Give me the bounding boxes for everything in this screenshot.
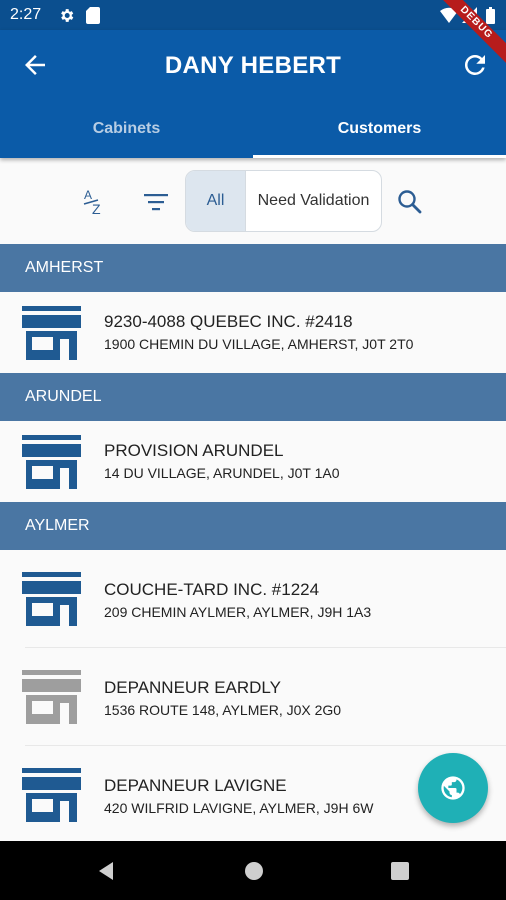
customer-address: 1900 CHEMIN DU VILLAGE, AMHERST, J0T 2T0 (104, 336, 414, 352)
map-fab-button[interactable] (418, 753, 488, 823)
search-icon[interactable] (394, 186, 426, 218)
tab-bar: Cabinets Customers (0, 106, 506, 158)
sd-card-icon (86, 7, 100, 24)
customer-name: 9230-4088 QUEBEC INC. #2418 (104, 312, 353, 331)
nav-back-icon[interactable] (95, 860, 117, 882)
section-header-aylmer: AYLMER (0, 502, 506, 550)
store-icon (22, 670, 81, 724)
customer-address: 14 DU VILLAGE, ARUNDEL, J0T 1A0 (104, 465, 340, 481)
section-header-arundel: ARUNDEL (0, 373, 506, 421)
sort-az-icon[interactable]: A Z (80, 186, 112, 218)
customer-address: 1536 ROUTE 148, AYLMER, J0X 2G0 (104, 702, 342, 718)
battery-icon (486, 7, 495, 24)
settings-icon (61, 9, 74, 22)
customer-address: 209 CHEMIN AYLMER, AYLMER, J9H 1A3 (104, 604, 372, 620)
store-icon (22, 572, 81, 626)
filter-icon[interactable] (140, 186, 172, 218)
list-item[interactable]: DEPANNEUR EARDLY 1536 ROUTE 148, AYLMER,… (0, 648, 506, 746)
wifi-icon (440, 7, 458, 23)
refresh-icon[interactable] (460, 50, 490, 80)
status-time: 2:27 (10, 6, 42, 23)
list-item[interactable]: 9230-4088 QUEBEC INC. #2418 1900 CHEMIN … (0, 292, 506, 373)
customer-name: COUCHE-TARD INC. #1224 (104, 580, 320, 599)
customer-address: 420 WILFRID LAVIGNE, AYLMER, J9H 6W (104, 800, 374, 816)
store-icon (22, 768, 81, 822)
status-bar: 2:27 (0, 0, 506, 30)
svg-text:Z: Z (92, 201, 101, 217)
section-header-amherst: AMHERST (0, 244, 506, 292)
nav-recents-icon[interactable] (389, 860, 411, 882)
list-item[interactable]: PROVISION ARUNDEL 14 DU VILLAGE, ARUNDEL… (0, 421, 506, 502)
tab-customers[interactable]: Customers (253, 106, 506, 158)
system-nav-bar (0, 841, 506, 900)
segment-all[interactable]: All (186, 171, 246, 231)
store-icon (22, 305, 81, 360)
segment-need-validation[interactable]: Need Validation (246, 171, 381, 231)
nav-home-icon[interactable] (243, 860, 265, 882)
list-item[interactable]: COUCHE-TARD INC. #1224 209 CHEMIN AYLMER… (0, 550, 506, 648)
validation-filter-toggle: All Need Validation (185, 170, 382, 232)
customer-name: DEPANNEUR EARDLY (104, 678, 281, 697)
store-icon (22, 434, 81, 489)
signal-icon (462, 7, 477, 23)
customer-name: PROVISION ARUNDEL (104, 441, 284, 460)
customer-list[interactable]: AMHERST 9230-4088 QUEBEC INC. #2418 1900… (0, 244, 506, 841)
svg-text:A: A (84, 188, 92, 202)
app-bar: DANY HEBERT Cabinets Customers (0, 30, 506, 158)
globe-icon (441, 776, 465, 800)
page-title: DANY HEBERT (164, 52, 342, 79)
tab-cabinets[interactable]: Cabinets (0, 106, 253, 158)
customer-name: DEPANNEUR LAVIGNE (104, 776, 287, 795)
